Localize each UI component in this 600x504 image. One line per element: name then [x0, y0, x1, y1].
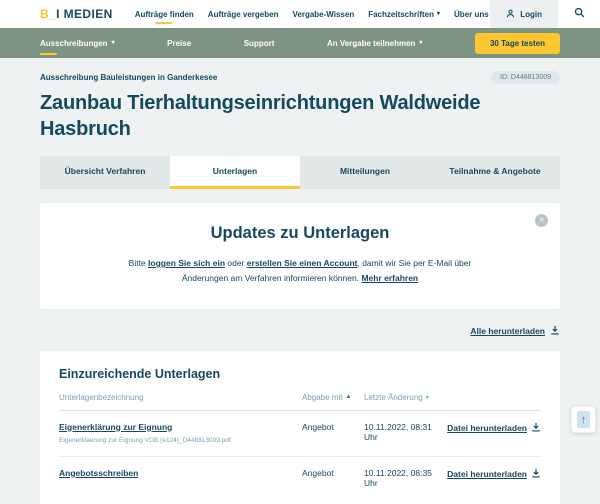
user-icon — [506, 9, 515, 20]
subnav-item-label: An Vergabe teilnehmen — [326, 38, 416, 48]
last-change-cell: 10.11.2022, 08:35 Uhr — [364, 467, 432, 488]
documents-card-title: Einzureichende Unterlagen — [59, 366, 221, 381]
tender-id-badge: ID: D448813009 — [491, 71, 560, 84]
last-change-cell: 10.11.2022, 08:31 Uhr — [364, 421, 432, 442]
document-name-cell: Angebotsschreiben — [59, 468, 302, 478]
subnav-item-an-vergabe-teilnehmen[interactable]: An Vergabe teilnehmen ▾ — [327, 28, 422, 58]
table-row: Angebotsschreiben Angebot 10.11.2022, 08… — [59, 457, 541, 500]
sort-up-icon: ▲ — [345, 394, 352, 401]
logo-text: I MEDIEN — [56, 7, 113, 21]
main-nav: Aufträge finden Aufträge vergeben Vergab… — [135, 0, 489, 28]
documents-card: Einzureichende Unterlagen Unterlagenbeze… — [40, 350, 560, 504]
search-icon — [574, 5, 585, 23]
nav-item-auftraege-finden[interactable]: Aufträge finden — [135, 0, 194, 28]
file-download-label: Datei herunterladen — [447, 422, 527, 433]
breadcrumb-row: Ausschreibung Bauleistungen in Ganderkes… — [40, 71, 560, 84]
download-all-link[interactable]: Alle herunterladen — [40, 322, 560, 340]
column-header-submit-with[interactable]: Abgabe mit ▲ — [302, 393, 364, 402]
learn-more-link[interactable]: Mehr erfahren — [361, 273, 418, 283]
column-header-name[interactable]: Unterlagenbezeichnung — [59, 393, 302, 402]
nav-item-ueber-uns[interactable]: Über uns — [454, 0, 489, 28]
tab-unterlagen[interactable]: Unterlagen — [170, 156, 300, 189]
download-icon — [531, 468, 541, 480]
subnav-item-support[interactable]: Support — [244, 28, 275, 58]
create-account-link[interactable]: erstellen Sie einen Account — [247, 258, 358, 268]
brand-logo[interactable]: B_I MEDIEN — [40, 7, 113, 21]
login-label: Login — [520, 9, 542, 19]
subnav: Ausschreibungen ▾ Preise Support An Verga… — [0, 28, 600, 58]
close-icon[interactable]: ✕ — [535, 214, 548, 227]
document-link[interactable]: Eigenerklärung zur Eignung — [59, 422, 172, 432]
document-link[interactable]: Angebotsschreiben — [59, 468, 138, 478]
submit-with-cell: Angebot — [302, 421, 334, 432]
column-label: Abgabe mit — [302, 392, 343, 402]
top-header: B_I MEDIEN Aufträge finden Aufträge verg… — [0, 0, 600, 28]
download-all-label: Alle herunterladen — [470, 325, 545, 336]
document-filename: Eigenerklaerung zur Eignung VOB (e124)_D… — [59, 436, 231, 444]
document-name-cell: Eigenerklärung zur Eignung Eigenerklaeru… — [59, 422, 302, 444]
documents-table-header: Unterlagenbezeichnung Abgabe mit ▲ Letzte… — [59, 393, 541, 411]
login-button[interactable]: Login — [490, 0, 558, 28]
nav-item-label: Fachzeitschriften — [368, 9, 435, 19]
updates-card-text: Bitte loggen Sie sich ein oder erstellen… — [118, 256, 482, 287]
nav-item-label: Aufträge finden — [134, 9, 194, 19]
column-label: Unterlagenbezeichnung — [59, 392, 144, 402]
nav-item-auftraege-vergeben[interactable]: Aufträge vergeben — [208, 0, 279, 28]
nav-item-vergabe-wissen[interactable]: Vergabe-Wissen — [292, 0, 354, 28]
subnav-item-preise[interactable]: Preise — [167, 28, 191, 58]
updates-card: ✕ Updates zu Unterlagen Bitte loggen Sie… — [40, 203, 560, 309]
page-title: Zaunbau Tierhaltungseinrichtungen Waldwe… — [40, 92, 481, 140]
arrow-up-icon: ↑ — [577, 411, 590, 428]
subnav-item-ausschreibungen[interactable]: Ausschreibungen ▾ — [40, 28, 115, 58]
subnav-item-label: Support — [243, 38, 275, 48]
file-download-link[interactable]: Datei herunterladen — [447, 422, 541, 434]
login-link[interactable]: loggen Sie sich ein — [148, 258, 225, 268]
nav-item-label: Über uns — [454, 9, 489, 19]
text-fragment: oder — [225, 258, 247, 268]
download-icon — [531, 422, 541, 434]
chevron-down-icon: ▾ — [437, 11, 441, 17]
subnav-item-label: Preise — [167, 38, 192, 48]
nav-item-label: Aufträge vergeben — [207, 9, 279, 19]
text-fragment: Bitte — [128, 258, 149, 268]
sort-down-icon: ▾ — [425, 394, 429, 401]
tab-uebersicht-verfahren[interactable]: Übersicht Verfahren — [40, 156, 170, 189]
logo-prefix: B_ — [40, 7, 57, 21]
submit-with-cell: Angebot — [302, 467, 334, 478]
file-download-link[interactable]: Datei herunterladen — [447, 468, 541, 480]
tab-bar: Übersicht Verfahren Unterlagen Mitteilun… — [40, 156, 560, 189]
column-header-last-change[interactable]: Letzte Änderung ▾ — [364, 393, 541, 402]
updates-card-title: Updates zu Unterlagen — [210, 224, 390, 242]
file-download-label: Datei herunterladen — [447, 468, 527, 479]
chevron-down-icon: ▾ — [111, 40, 115, 46]
trial-cta-button[interactable]: 30 Tage testen — [474, 32, 560, 54]
nav-item-label: Vergabe-Wissen — [292, 9, 355, 19]
column-label: Letzte Änderung — [364, 392, 423, 402]
tab-teilnahme-angebote[interactable]: Teilnahme & Angebote — [430, 156, 560, 189]
scroll-to-top-button[interactable]: ↑ — [571, 406, 596, 433]
nav-item-fachzeitschriften[interactable]: Fachzeitschriften ▾ — [368, 0, 440, 28]
download-icon — [550, 322, 560, 340]
main-content: Ausschreibung Bauleistungen in Ganderkes… — [0, 71, 600, 504]
subnav-item-label: Ausschreibungen — [40, 38, 108, 48]
chevron-down-icon: ▾ — [419, 40, 423, 46]
breadcrumb[interactable]: Ausschreibung Bauleistungen in Ganderkes… — [40, 73, 217, 82]
search-button[interactable] — [558, 0, 600, 28]
tab-mitteilungen[interactable]: Mitteilungen — [300, 156, 430, 189]
